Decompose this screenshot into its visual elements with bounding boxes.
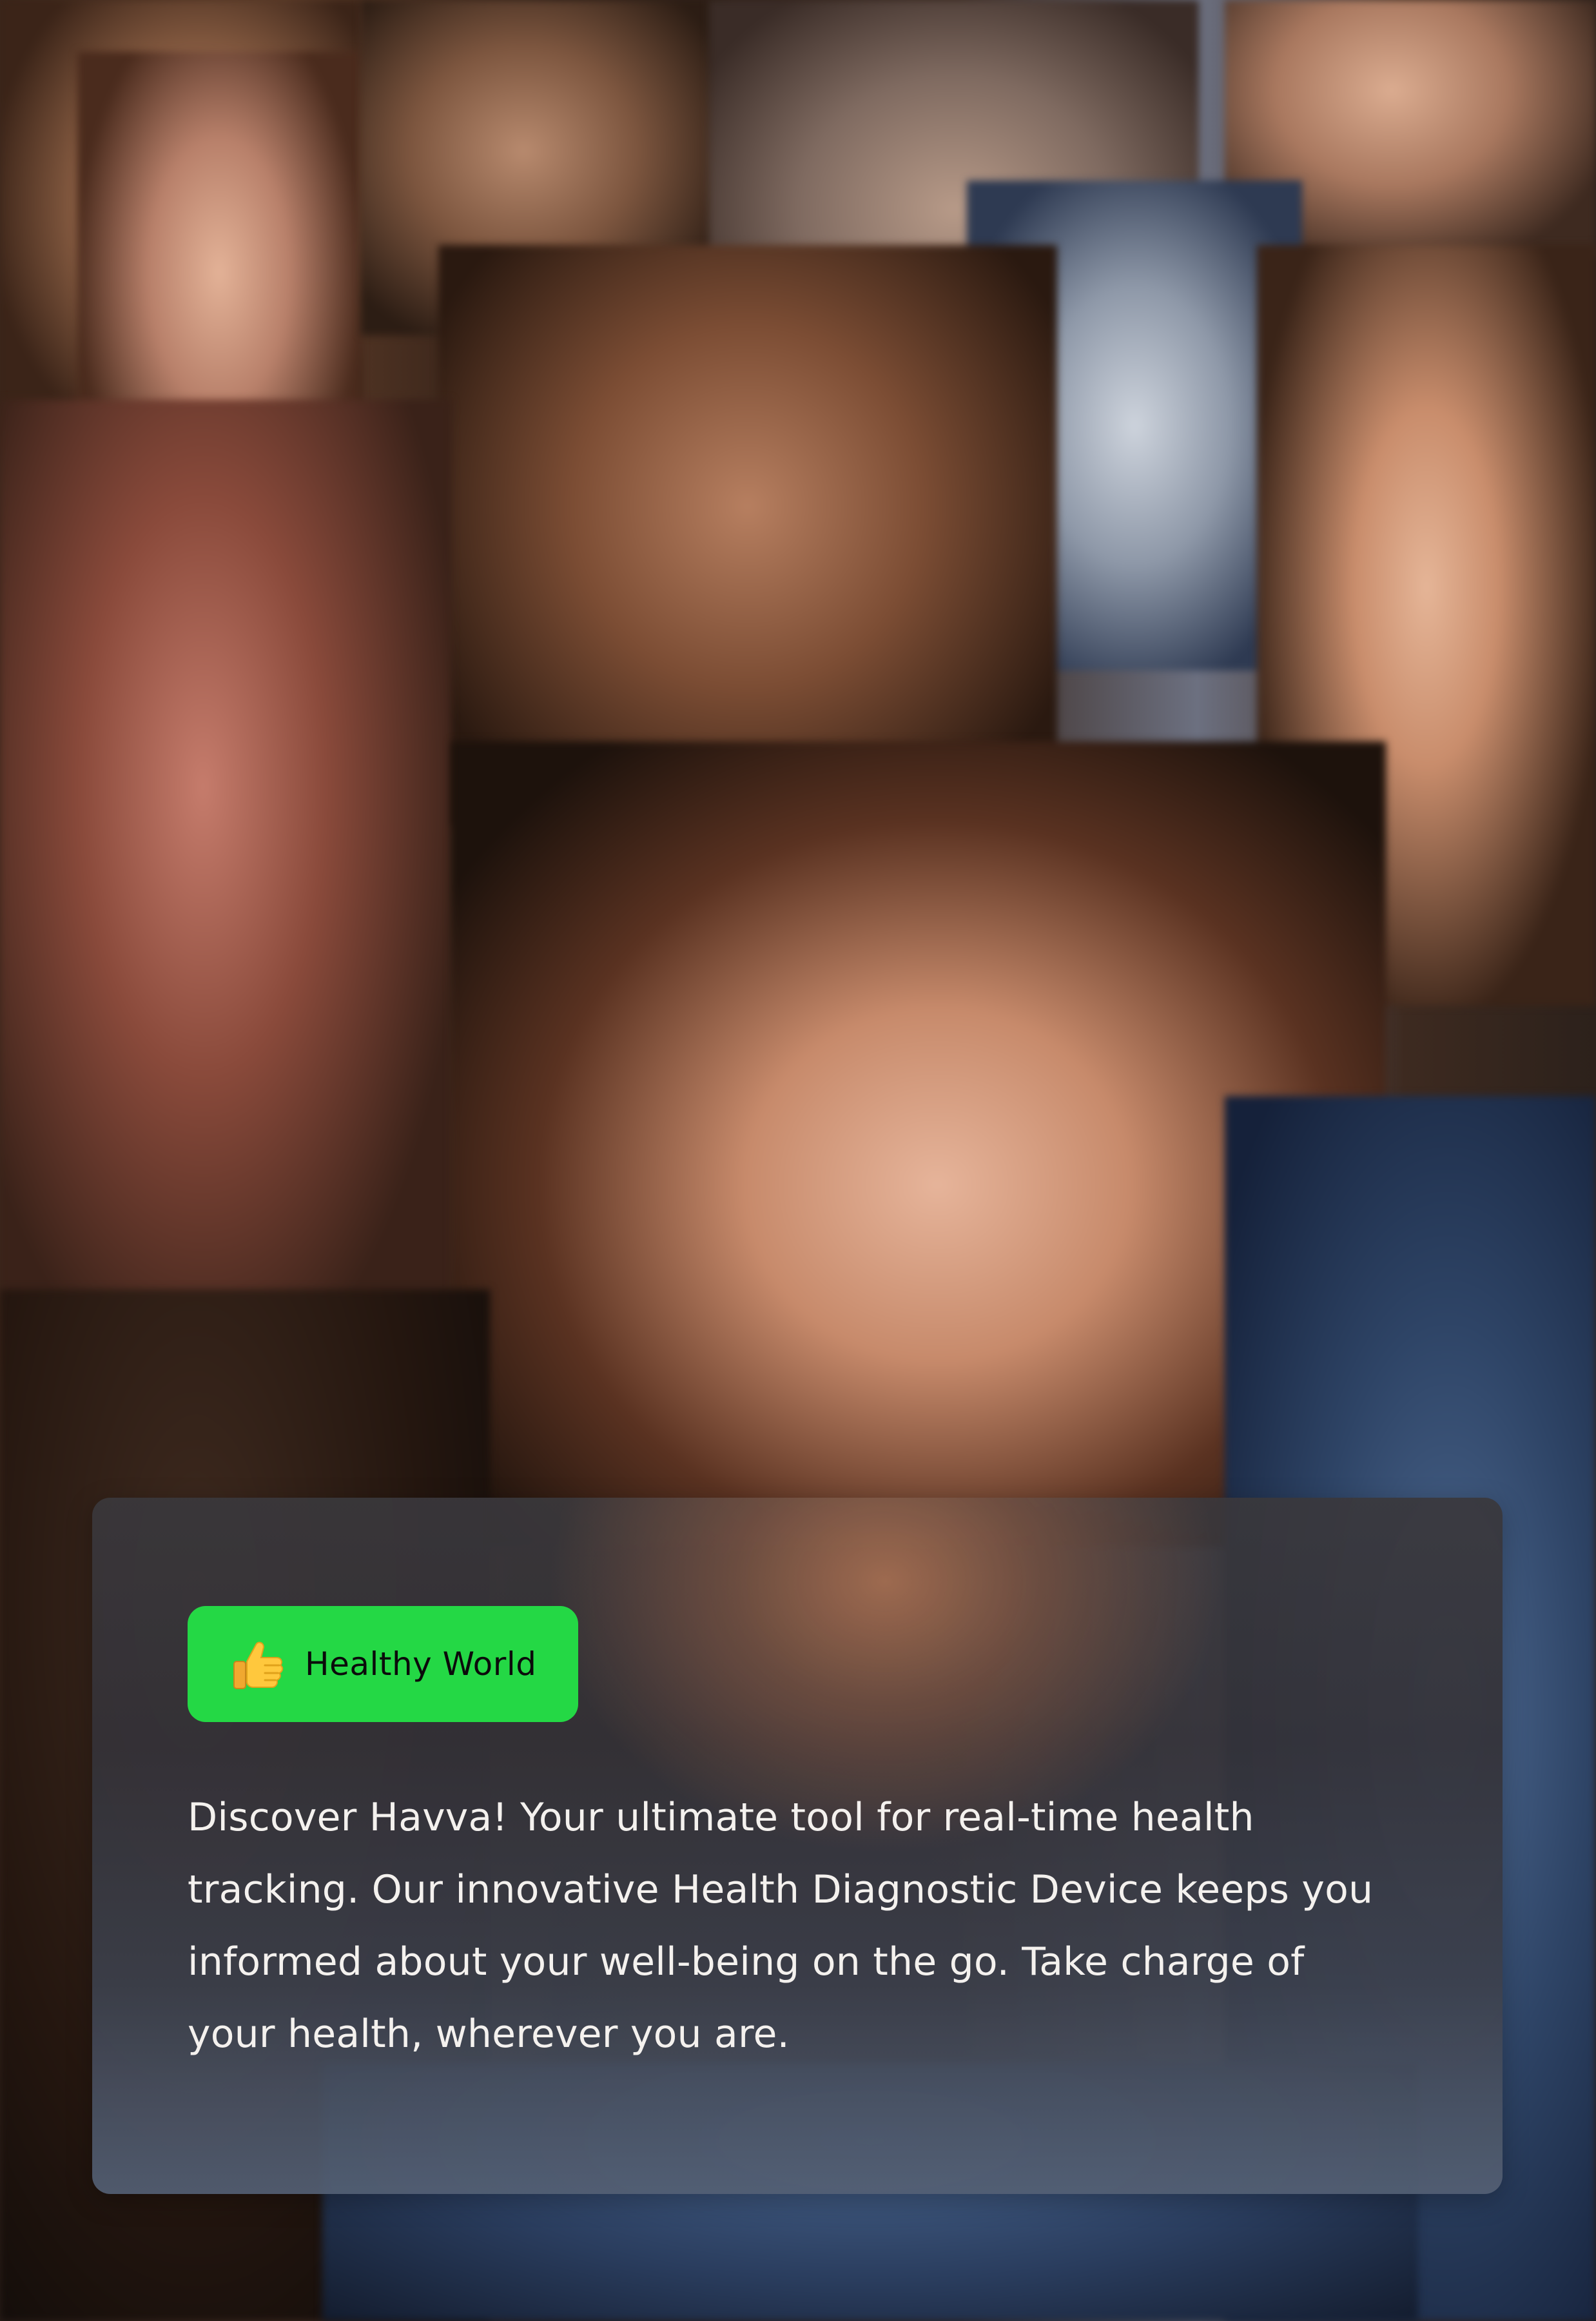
badge-label: Healthy World (305, 1645, 537, 1683)
thumbs-up-icon (228, 1633, 289, 1695)
description-text: Discover Havva! Your ultimate tool for r… (188, 1795, 1374, 2057)
healthy-world-badge[interactable]: Healthy World (188, 1606, 578, 1722)
info-card: Healthy World Discover Havva! Your ultim… (92, 1498, 1503, 2194)
photo-tile (0, 400, 451, 1367)
photo-tile (438, 245, 1057, 825)
